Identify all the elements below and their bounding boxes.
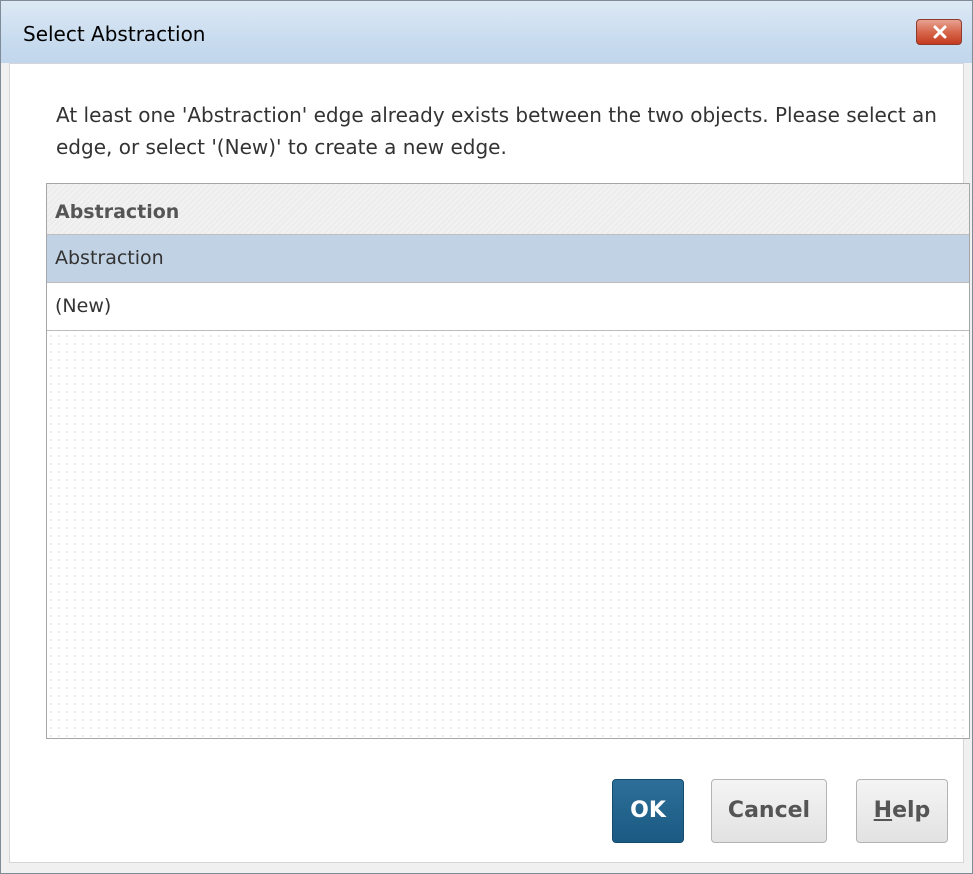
close-button[interactable] bbox=[916, 19, 962, 45]
dialog-title: Select Abstraction bbox=[23, 22, 206, 46]
table-row-new[interactable]: (New) bbox=[47, 283, 969, 331]
row-label: Abstraction bbox=[55, 247, 164, 269]
dialog-content: At least one 'Abstraction' edge already … bbox=[9, 63, 970, 863]
ok-button[interactable]: OK bbox=[612, 779, 684, 843]
table-row-abstraction[interactable]: Abstraction bbox=[47, 235, 969, 283]
row-label: (New) bbox=[55, 295, 112, 317]
title-bar[interactable]: Select Abstraction bbox=[1, 1, 972, 63]
cancel-button[interactable]: Cancel bbox=[711, 779, 827, 843]
close-icon bbox=[933, 25, 947, 39]
column-header-label: Abstraction bbox=[55, 201, 180, 223]
edge-table: Abstraction Abstraction (New) bbox=[46, 183, 970, 739]
select-abstraction-dialog: Select Abstraction At least one 'Abstrac… bbox=[0, 0, 973, 874]
help-button[interactable]: Help bbox=[856, 779, 948, 843]
instruction-message: At least one 'Abstraction' edge already … bbox=[56, 103, 937, 159]
table-empty-area bbox=[47, 332, 969, 738]
column-header[interactable]: Abstraction bbox=[47, 184, 969, 235]
